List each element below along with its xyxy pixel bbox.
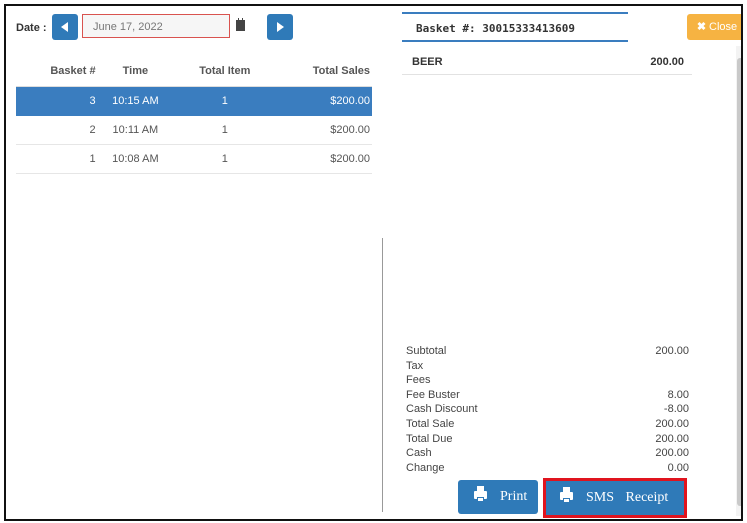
- basket-title: Basket #: 30015333413609: [402, 12, 628, 42]
- cell-time: 10:15 AM: [95, 86, 176, 116]
- cell-total-item: 1: [175, 115, 275, 145]
- summary-value: -8.00: [663, 403, 689, 416]
- cell-time: 10:11 AM: [95, 115, 176, 145]
- summary-value: 200.00: [655, 432, 689, 445]
- summary-value: 200.00: [655, 447, 689, 460]
- close-button[interactable]: ✖ Close: [687, 14, 741, 40]
- printer-icon: [474, 486, 487, 502]
- cell-total-item: 1: [175, 86, 275, 116]
- column-header-time[interactable]: Time: [95, 56, 176, 87]
- summary-row-tax: Tax: [406, 359, 689, 374]
- date-input[interactable]: June 17, 2022: [82, 14, 230, 38]
- column-header-total-sales[interactable]: Total Sales: [274, 56, 372, 87]
- summary-label: Total Due: [406, 432, 453, 445]
- printer-icon: [560, 487, 573, 503]
- baskets-table: Basket # Time Total Item Total Sales 3 1…: [16, 56, 372, 174]
- column-header-basket[interactable]: Basket #: [16, 56, 96, 87]
- arrow-right-icon: [277, 22, 284, 32]
- cell-total-item: 1: [175, 144, 275, 174]
- table-header-row: Basket # Time Total Item Total Sales: [16, 56, 372, 87]
- sms-receipt-label: SMS Receipt: [586, 490, 669, 505]
- sms-receipt-button[interactable]: SMS Receipt: [543, 478, 687, 518]
- summary-row-cash-discount: Cash Discount -8.00: [406, 402, 689, 417]
- column-header-total-item[interactable]: Total Item: [175, 56, 275, 87]
- close-label: Close: [709, 21, 738, 33]
- table-row[interactable]: 1 10:08 AM 1 $200.00: [16, 144, 372, 174]
- item-name: BEER: [412, 56, 443, 68]
- summary-value: 0.00: [667, 461, 689, 474]
- summary-row-total-due: Total Due 200.00: [406, 432, 689, 447]
- summary-label: Total Sale: [406, 417, 455, 430]
- table-row[interactable]: 3 10:15 AM 1 $200.00: [16, 86, 372, 116]
- item-price: 200.00: [650, 56, 684, 68]
- summary-label: Fees: [406, 374, 431, 387]
- summary-row-fee-buster: Fee Buster 8.00: [406, 388, 689, 403]
- panel-divider: [382, 238, 383, 512]
- cell-total-sales: $200.00: [274, 144, 372, 174]
- scrollbar-thumb[interactable]: [737, 58, 741, 506]
- basket-item[interactable]: BEER 200.00: [402, 52, 692, 75]
- cell-time: 10:08 AM: [95, 144, 176, 174]
- date-label: Date :: [16, 22, 47, 34]
- next-day-button[interactable]: [267, 14, 293, 40]
- previous-day-button[interactable]: [52, 14, 78, 40]
- summary-value: 8.00: [667, 388, 689, 401]
- cell-total-sales: $200.00: [274, 86, 372, 116]
- summary-label: Cash Discount: [406, 403, 478, 416]
- table-row[interactable]: 2 10:11 AM 1 $200.00: [16, 115, 372, 145]
- summary-value: 200.00: [655, 417, 689, 430]
- close-icon: ✖: [696, 21, 707, 33]
- summary-label: Change: [406, 461, 445, 474]
- basket-summary: Subtotal 200.00 Tax Fees Fee Buster 8.00 C…: [406, 344, 689, 475]
- summary-value: 200.00: [655, 345, 689, 357]
- summary-row-total-sale: Total Sale 200.00: [406, 417, 689, 432]
- summary-row-cash: Cash 200.00: [406, 446, 689, 461]
- transactions-window: Date : June 17, 2022 Basket # Time Total…: [4, 4, 743, 521]
- print-button[interactable]: Print: [458, 480, 538, 514]
- arrow-left-icon: [61, 22, 68, 32]
- summary-label: Cash: [406, 447, 432, 460]
- cell-basket: 3: [16, 86, 96, 116]
- calendar-icon[interactable]: [236, 18, 245, 31]
- cell-basket: 1: [16, 144, 96, 174]
- summary-label: Subtotal: [406, 345, 447, 357]
- summary-row-fees: Fees: [406, 373, 689, 388]
- summary-label: Tax: [406, 359, 424, 372]
- summary-label: Fee Buster: [406, 388, 460, 401]
- summary-row-change: Change 0.00: [406, 461, 689, 476]
- cell-basket: 2: [16, 115, 96, 145]
- summary-row-subtotal: Subtotal 200.00: [406, 344, 689, 359]
- cell-total-sales: $200.00: [274, 115, 372, 145]
- print-label: Print: [500, 489, 528, 504]
